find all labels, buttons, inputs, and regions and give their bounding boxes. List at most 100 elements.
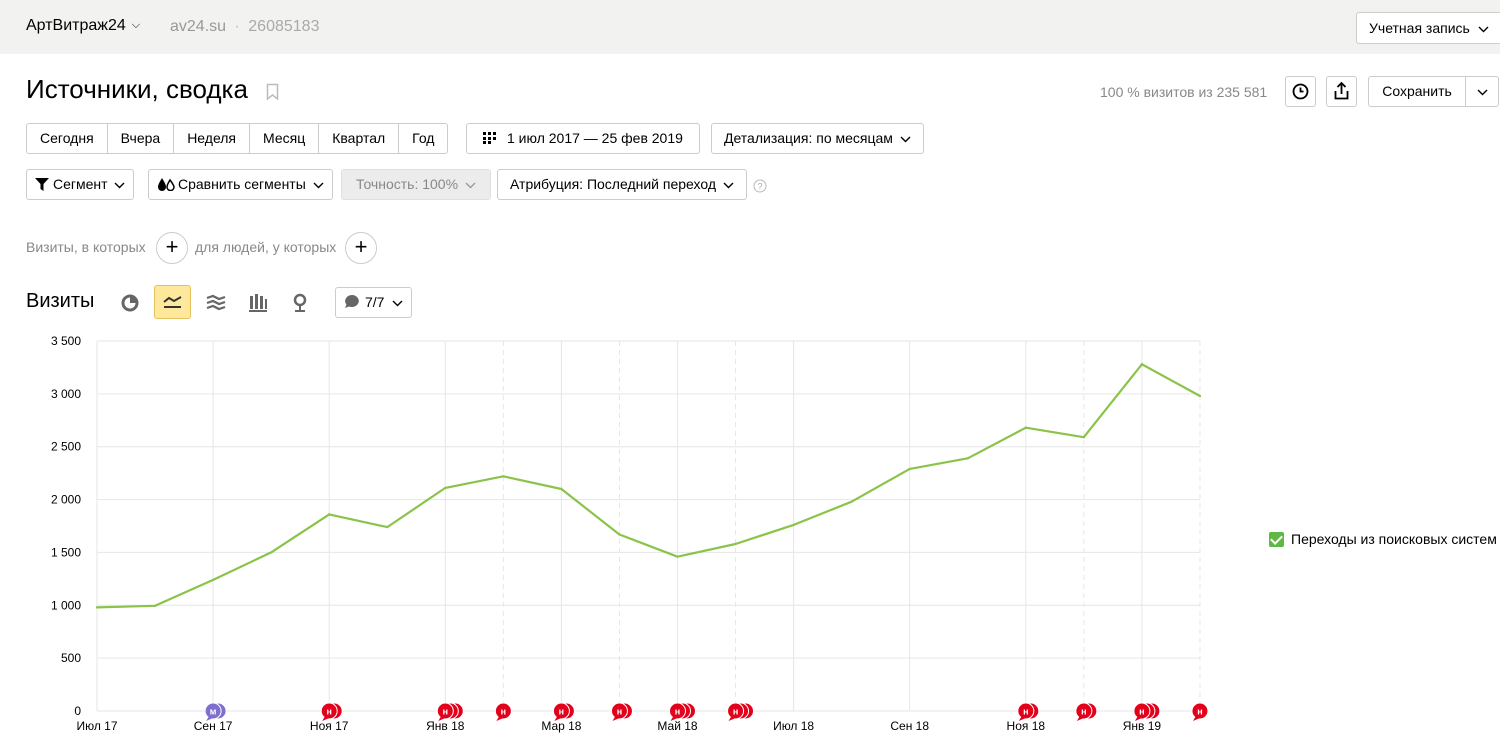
x-tick-label: Ноя 18 (1007, 719, 1046, 733)
data-point (444, 486, 447, 490)
data-point (1140, 363, 1144, 366)
period-quarter[interactable]: Квартал (319, 124, 400, 153)
annotation-marker: н (436, 702, 464, 721)
annotation-marker: н (669, 702, 696, 721)
chevron-down-icon (1477, 89, 1487, 96)
bar-chart-icon[interactable] (245, 290, 271, 316)
chart-title: Визиты (26, 290, 95, 312)
segment-label: Сегмент (53, 176, 108, 192)
y-tick-label: 1 000 (51, 598, 81, 612)
compare-segments-button[interactable]: Сравнить сегменты (148, 169, 333, 200)
detail-selector[interactable]: Детализация: по месяцам (711, 123, 924, 154)
chart-legend[interactable]: Переходы из поисковых систем (1269, 531, 1497, 547)
line-chart-icon (163, 296, 182, 308)
clock-icon (1292, 83, 1309, 100)
compare-label: Сравнить сегменты (178, 176, 306, 192)
period-yesterday[interactable]: Вчера (108, 124, 175, 153)
date-range-picker[interactable]: 1 июл 2017 — 25 фев 2019 (466, 123, 700, 154)
add-visit-condition-button[interactable]: + (156, 232, 188, 264)
period-month[interactable]: Месяц (250, 124, 320, 153)
area-chart-icon[interactable] (203, 290, 229, 316)
x-tick-label: Янв 19 (1123, 719, 1162, 733)
chevron-down-icon (392, 300, 403, 307)
data-point (792, 523, 795, 527)
data-point (502, 475, 505, 478)
data-point (95, 606, 99, 609)
x-tick-label: Сен 17 (194, 719, 233, 733)
chevron-down-icon (114, 182, 125, 189)
attribution-selector[interactable]: Атрибуция: Последний переход (497, 169, 747, 200)
chart-series (95, 363, 1202, 609)
chart-vertical-grid (96, 341, 1201, 711)
pie-chart-icon[interactable] (118, 290, 144, 316)
separator-dot: · (234, 18, 240, 35)
annotation-letter: н (1081, 707, 1086, 717)
chart-grid (97, 340, 1200, 712)
help-icon[interactable]: ? (753, 179, 767, 193)
save-button[interactable]: Сохранить (1369, 77, 1466, 106)
x-tick-label: Июл 18 (773, 719, 814, 733)
save-options-button[interactable] (1466, 77, 1498, 106)
data-point (850, 500, 853, 503)
data-point (966, 457, 969, 460)
x-tick-label: Мар 18 (541, 719, 581, 733)
x-tick-label: Июл 17 (76, 719, 117, 733)
data-point (386, 525, 389, 529)
add-people-condition-button[interactable]: + (345, 232, 377, 264)
accuracy-selector[interactable]: Точность: 100% (341, 169, 491, 200)
annotation-letter: н (326, 707, 331, 717)
x-tick-label: Ноя 17 (310, 719, 349, 733)
legend-label: Переходы из поисковых систем (1291, 531, 1497, 547)
bookmark-icon[interactable] (266, 83, 279, 101)
x-tick-label: Сен 18 (890, 719, 929, 733)
series-line (96, 363, 1201, 609)
notes-button[interactable]: 7/7 (335, 287, 413, 318)
data-point (908, 467, 911, 471)
map-pin-icon[interactable] (287, 290, 313, 316)
annotation-markers: мннннннннннн (204, 702, 1209, 721)
period-year[interactable]: Год (399, 124, 447, 153)
people-condition-label: для людей, у которых (195, 239, 337, 255)
line-chart-button[interactable] (154, 285, 191, 319)
chevron-down-icon: ⌵ (131, 19, 141, 31)
segment-button[interactable]: Сегмент (26, 169, 135, 200)
chevron-down-icon (1478, 26, 1489, 33)
annotation-letter: н (443, 707, 448, 717)
annotation-letter: м (210, 707, 217, 717)
site-selector[interactable]: АртВитраж24 ⌵ (26, 17, 140, 35)
chevron-down-icon (465, 182, 476, 189)
annotation-letter: н (675, 707, 680, 717)
data-point (676, 555, 679, 558)
history-button[interactable] (1285, 76, 1316, 107)
annotation-letter: н (733, 707, 738, 717)
account-button[interactable]: Учетная запись (1356, 12, 1500, 44)
visits-share: 100 % визитов из 235 581 (1100, 84, 1268, 100)
chevron-down-icon (900, 136, 911, 143)
export-button[interactable] (1326, 76, 1357, 107)
period-week[interactable]: Неделя (174, 124, 251, 153)
annotation-marker: н (494, 702, 512, 721)
compare-drops-icon (158, 178, 175, 192)
svg-text:?: ? (757, 182, 762, 192)
data-point (269, 551, 273, 554)
save-button-group: Сохранить (1368, 76, 1499, 107)
y-tick-label: 1 500 (51, 545, 81, 559)
x-tick-label: Янв 18 (426, 719, 465, 733)
annotation-marker: н (610, 702, 633, 721)
y-tick-label: 3 500 (51, 334, 81, 348)
legend-checkbox[interactable] (1269, 531, 1284, 547)
annotation-marker: н (1075, 702, 1098, 721)
top-bar: АртВитраж24 ⌵ av24.su · 26085183 Учетная … (0, 0, 1500, 54)
annotation-letter: н (1197, 707, 1202, 717)
period-today[interactable]: Сегодня (27, 124, 108, 153)
comment-icon (345, 295, 359, 308)
annotation-marker: н (727, 702, 755, 721)
visits-line-chart: 0 500 1 000 1 500 2 000 2 500 3 000 3 500 Июл 1… (51, 334, 1209, 733)
data-point (560, 487, 563, 491)
period-selector: Сегодня Вчера Неделя Месяц Квартал Год (26, 123, 449, 154)
data-point (153, 604, 157, 608)
site-name: АртВитраж24 (26, 17, 126, 34)
y-axis-ticks: 0 500 1 000 1 500 2 000 2 500 3 000 3 500 (51, 334, 81, 718)
data-point (734, 542, 737, 546)
site-domain: av24.su · 26085183 (170, 18, 319, 36)
